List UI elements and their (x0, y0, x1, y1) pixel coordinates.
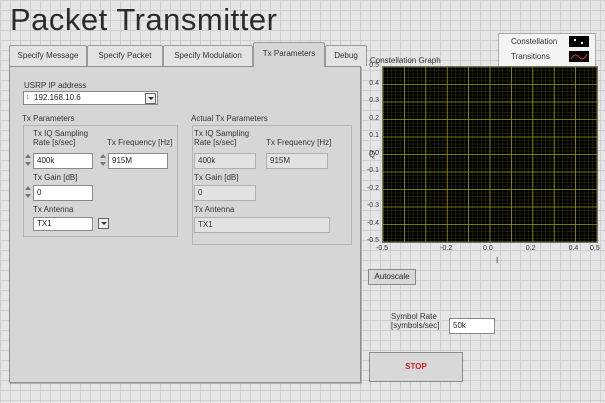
y-tick-label: 0.4 (369, 79, 379, 87)
y-tick-label: -0.4 (366, 219, 379, 227)
actual-gain-label: Tx Gain [dB] (194, 173, 239, 182)
frequency-spinner-icon[interactable] (100, 153, 106, 167)
symbol-rate-label: Symbol Rate [symbols/sec] (391, 312, 440, 330)
actual-antenna-indicator: TX1 (194, 217, 330, 233)
y-tick-label: 0.1 (369, 132, 379, 139)
actual-frequency-indicator: 915M (266, 153, 328, 169)
usrp-ip-value: 192.168.10.6 (34, 93, 81, 102)
tx-iq-rate-label: Tx IQ Sampling Rate [s/sec] (33, 129, 89, 147)
tx-parameters-panel: USRP IP address ↕ 192.168.10.6 Tx Parame… (9, 66, 361, 383)
actual-gain-indicator: 0 (194, 185, 256, 201)
plot-grid (383, 67, 597, 242)
x-axis-label: I (496, 256, 499, 265)
gain-spinner-icon[interactable] (25, 185, 31, 199)
actual-iq-rate-label: Tx IQ Sampling Rate [s/sec] (194, 129, 250, 147)
tx-antenna-input[interactable]: TX1 (33, 217, 93, 231)
tab-specify-message[interactable]: Specify Message (9, 45, 87, 66)
tx-frequency-label: Tx Frequency [Hz] (107, 138, 173, 147)
graph-title: Constellation Graph (370, 56, 441, 65)
dots-icon (569, 36, 589, 47)
y-tick-label: -0.3 (366, 202, 379, 209)
tx-params-title: Tx Parameters (22, 114, 75, 123)
usrp-ip-dropdown[interactable]: ↕ 192.168.10.6 (23, 91, 158, 105)
autoscale-button[interactable]: Autoscale (368, 269, 416, 285)
wave-icon (569, 51, 589, 62)
x-tick-label: -0.5 (376, 245, 389, 252)
tab-debug[interactable]: Debug (325, 45, 367, 66)
iq-rate-spinner-icon[interactable] (25, 153, 31, 167)
io-name-icon: ↕ (26, 94, 30, 101)
chevron-down-icon[interactable] (145, 93, 156, 104)
tx-iq-rate-input[interactable]: 400k (33, 153, 93, 169)
y-tick-label: 0.2 (369, 114, 379, 122)
y-axis-label: Q (369, 150, 376, 159)
usrp-ip-label: USRP IP address (24, 81, 87, 90)
x-tick-label: 0.2 (525, 245, 536, 252)
x-tick-label: -0.2 (440, 245, 453, 252)
actual-frequency-label: Tx Frequency [Hz] (266, 138, 332, 147)
y-tick-label: -0.5 (366, 237, 379, 244)
constellation-plot[interactable] (382, 66, 598, 243)
y-tick-label: -0.1 (366, 167, 379, 174)
x-tick-label: 0.4 (568, 245, 579, 252)
y-tick-label: 0.3 (369, 97, 379, 104)
legend-transitions-label: Transitions (511, 52, 550, 61)
actual-params-title: Actual Tx Parameters (191, 114, 268, 123)
tx-antenna-label: Tx Antenna (33, 205, 74, 214)
stop-label: STOP (405, 362, 427, 371)
tx-frequency-input[interactable]: 915M (108, 153, 168, 169)
plot-legend[interactable]: Constellation Transitions (498, 33, 596, 67)
x-tick-label: 0.0 (483, 245, 493, 252)
stop-button[interactable]: STOP (369, 352, 463, 382)
symbol-rate-input[interactable]: 50k (449, 318, 495, 334)
actual-antenna-label: Tx Antenna (194, 205, 235, 214)
y-tick-label: -0.2 (366, 184, 379, 192)
tx-gain-label: Tx Gain [dB] (33, 173, 78, 182)
tab-specify-modulation[interactable]: Specify Modulation (163, 45, 253, 66)
tab-tx-parameters[interactable]: Tx Parameters (253, 42, 325, 67)
antenna-dropdown-icon[interactable] (98, 218, 109, 229)
legend-constellation-label: Constellation (511, 37, 558, 46)
x-tick-label: 0.5 (590, 245, 600, 252)
actual-iq-rate-indicator: 400k (194, 153, 256, 169)
tab-specify-packet[interactable]: Specify Packet (87, 45, 163, 66)
tx-gain-input[interactable]: 0 (33, 185, 93, 201)
app-title: Packet Transmitter (10, 2, 278, 37)
y-tick-label: 0.5 (369, 62, 379, 69)
